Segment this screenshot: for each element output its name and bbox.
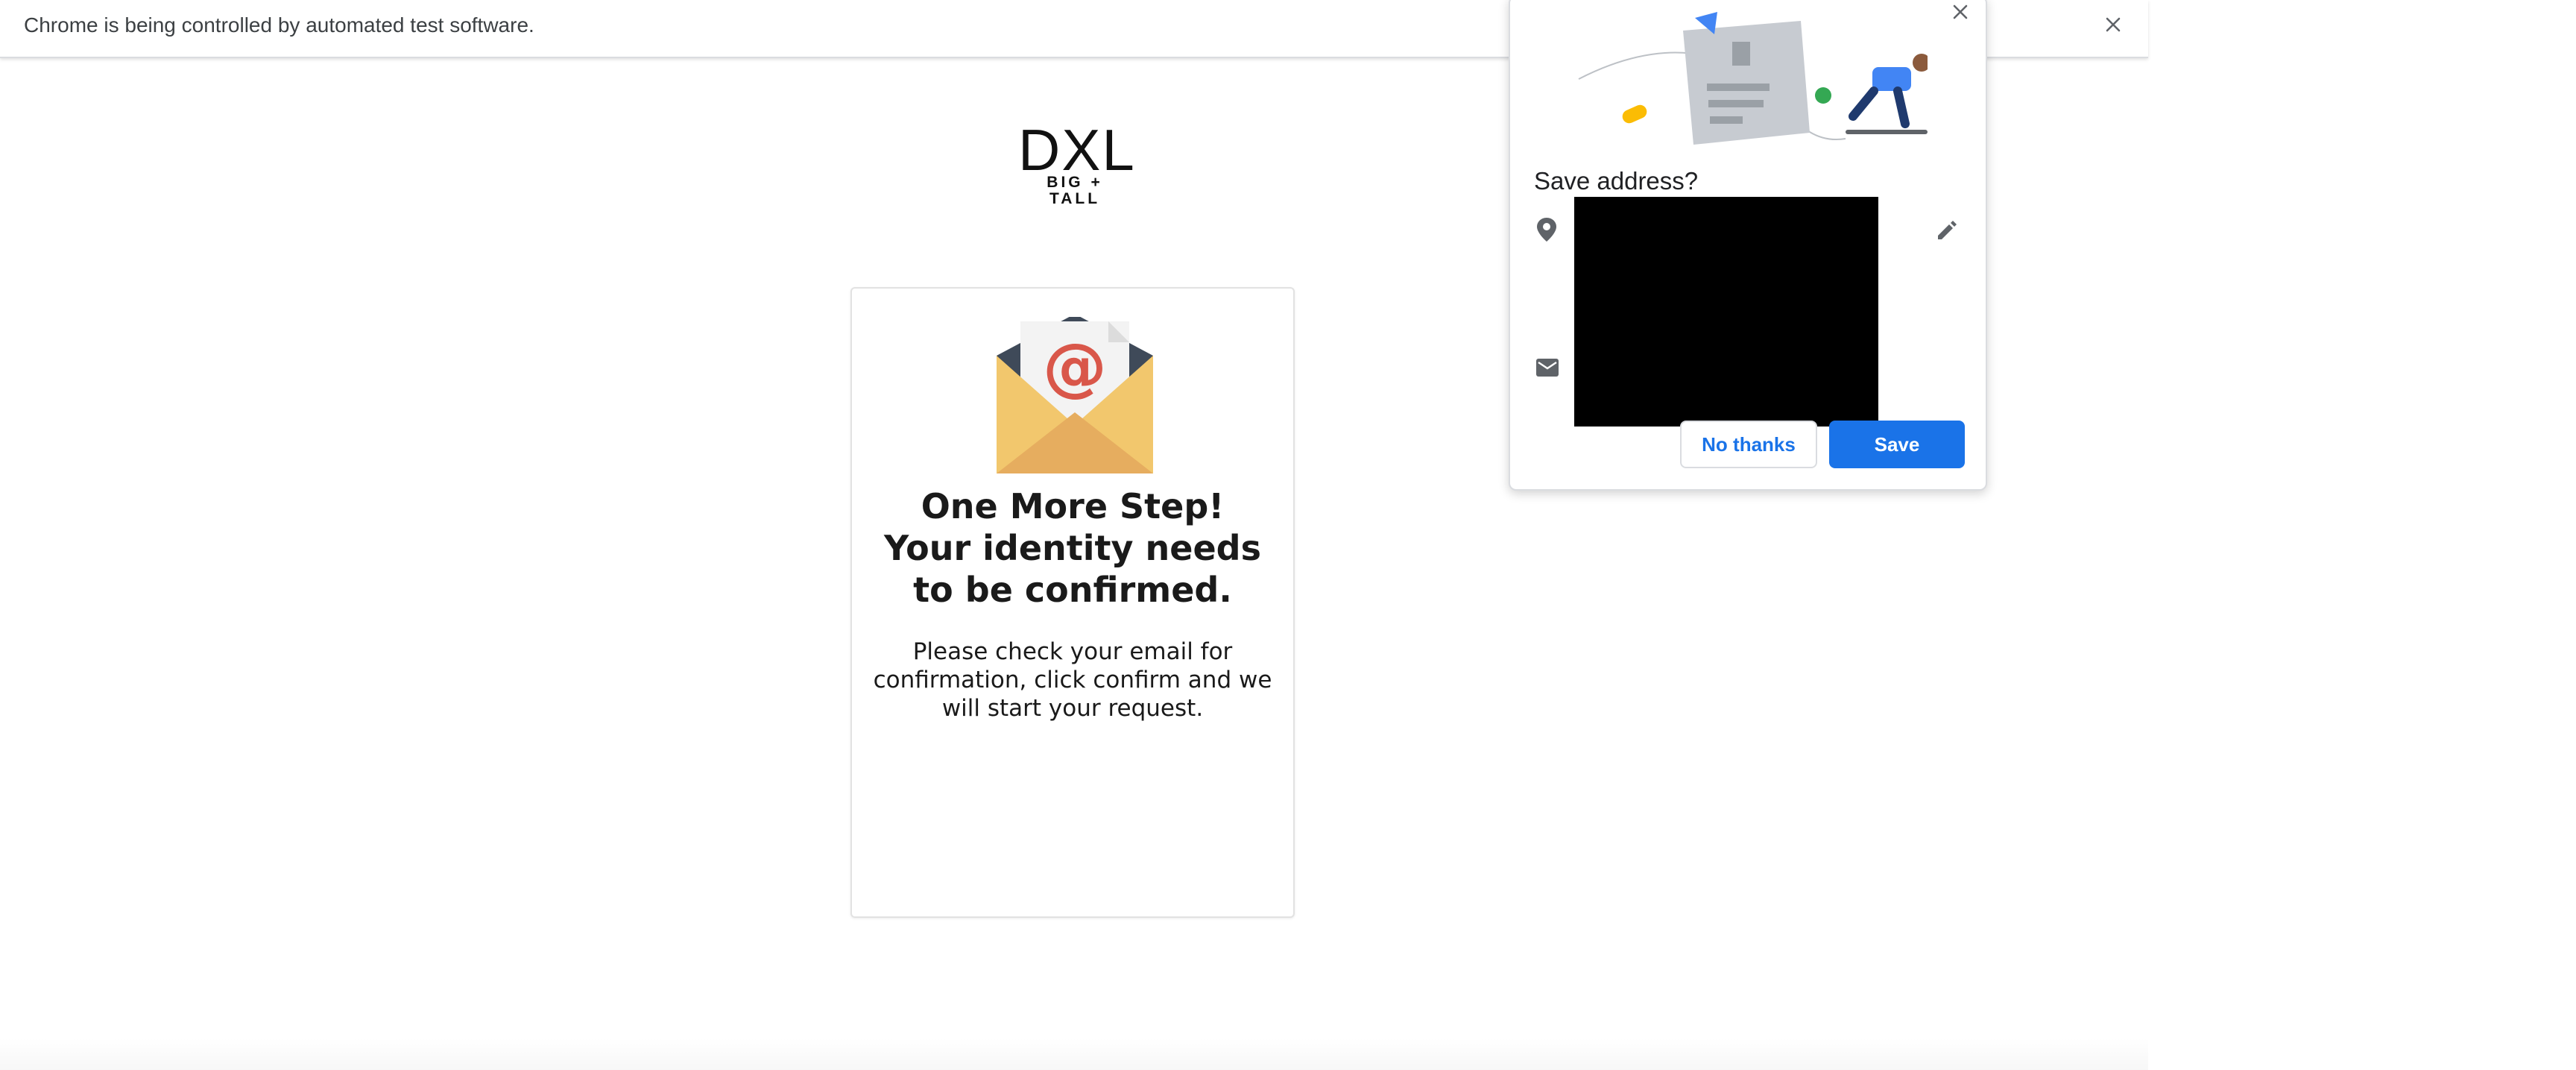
svg-text:@: @ [1043, 330, 1107, 404]
no-thanks-button[interactable]: No thanks [1680, 421, 1817, 468]
page-bottom-edge [0, 1038, 2148, 1070]
email-envelope-icon: @ [997, 317, 1153, 473]
logo-main-text: DXL [1018, 117, 1136, 183]
confirmation-card: @ One More Step! Your identity needs to … [850, 287, 1295, 918]
mail-icon [1536, 359, 1559, 377]
infobar-message: Chrome is being controlled by automated … [24, 13, 534, 37]
location-pin-icon [1537, 218, 1556, 242]
card-body: Please check your email for confirmation… [873, 638, 1272, 722]
card-title: One More Step! [921, 486, 1225, 526]
card-subtitle: Your identity needs to be confirmed. [884, 528, 1261, 610]
close-icon[interactable] [1948, 0, 1972, 24]
popup-title: Save address? [1534, 167, 1699, 195]
save-address-illustration [1578, 12, 1928, 145]
edit-pencil-icon[interactable] [1933, 218, 1959, 243]
save-address-popup: Save address? No thanks Save [1509, 0, 1987, 491]
redacted-address-details [1574, 197, 1878, 427]
dxl-logo[interactable]: DXL BIG + TALL [1018, 117, 1136, 207]
save-button[interactable]: Save [1829, 421, 1965, 468]
close-icon[interactable] [2100, 12, 2126, 37]
